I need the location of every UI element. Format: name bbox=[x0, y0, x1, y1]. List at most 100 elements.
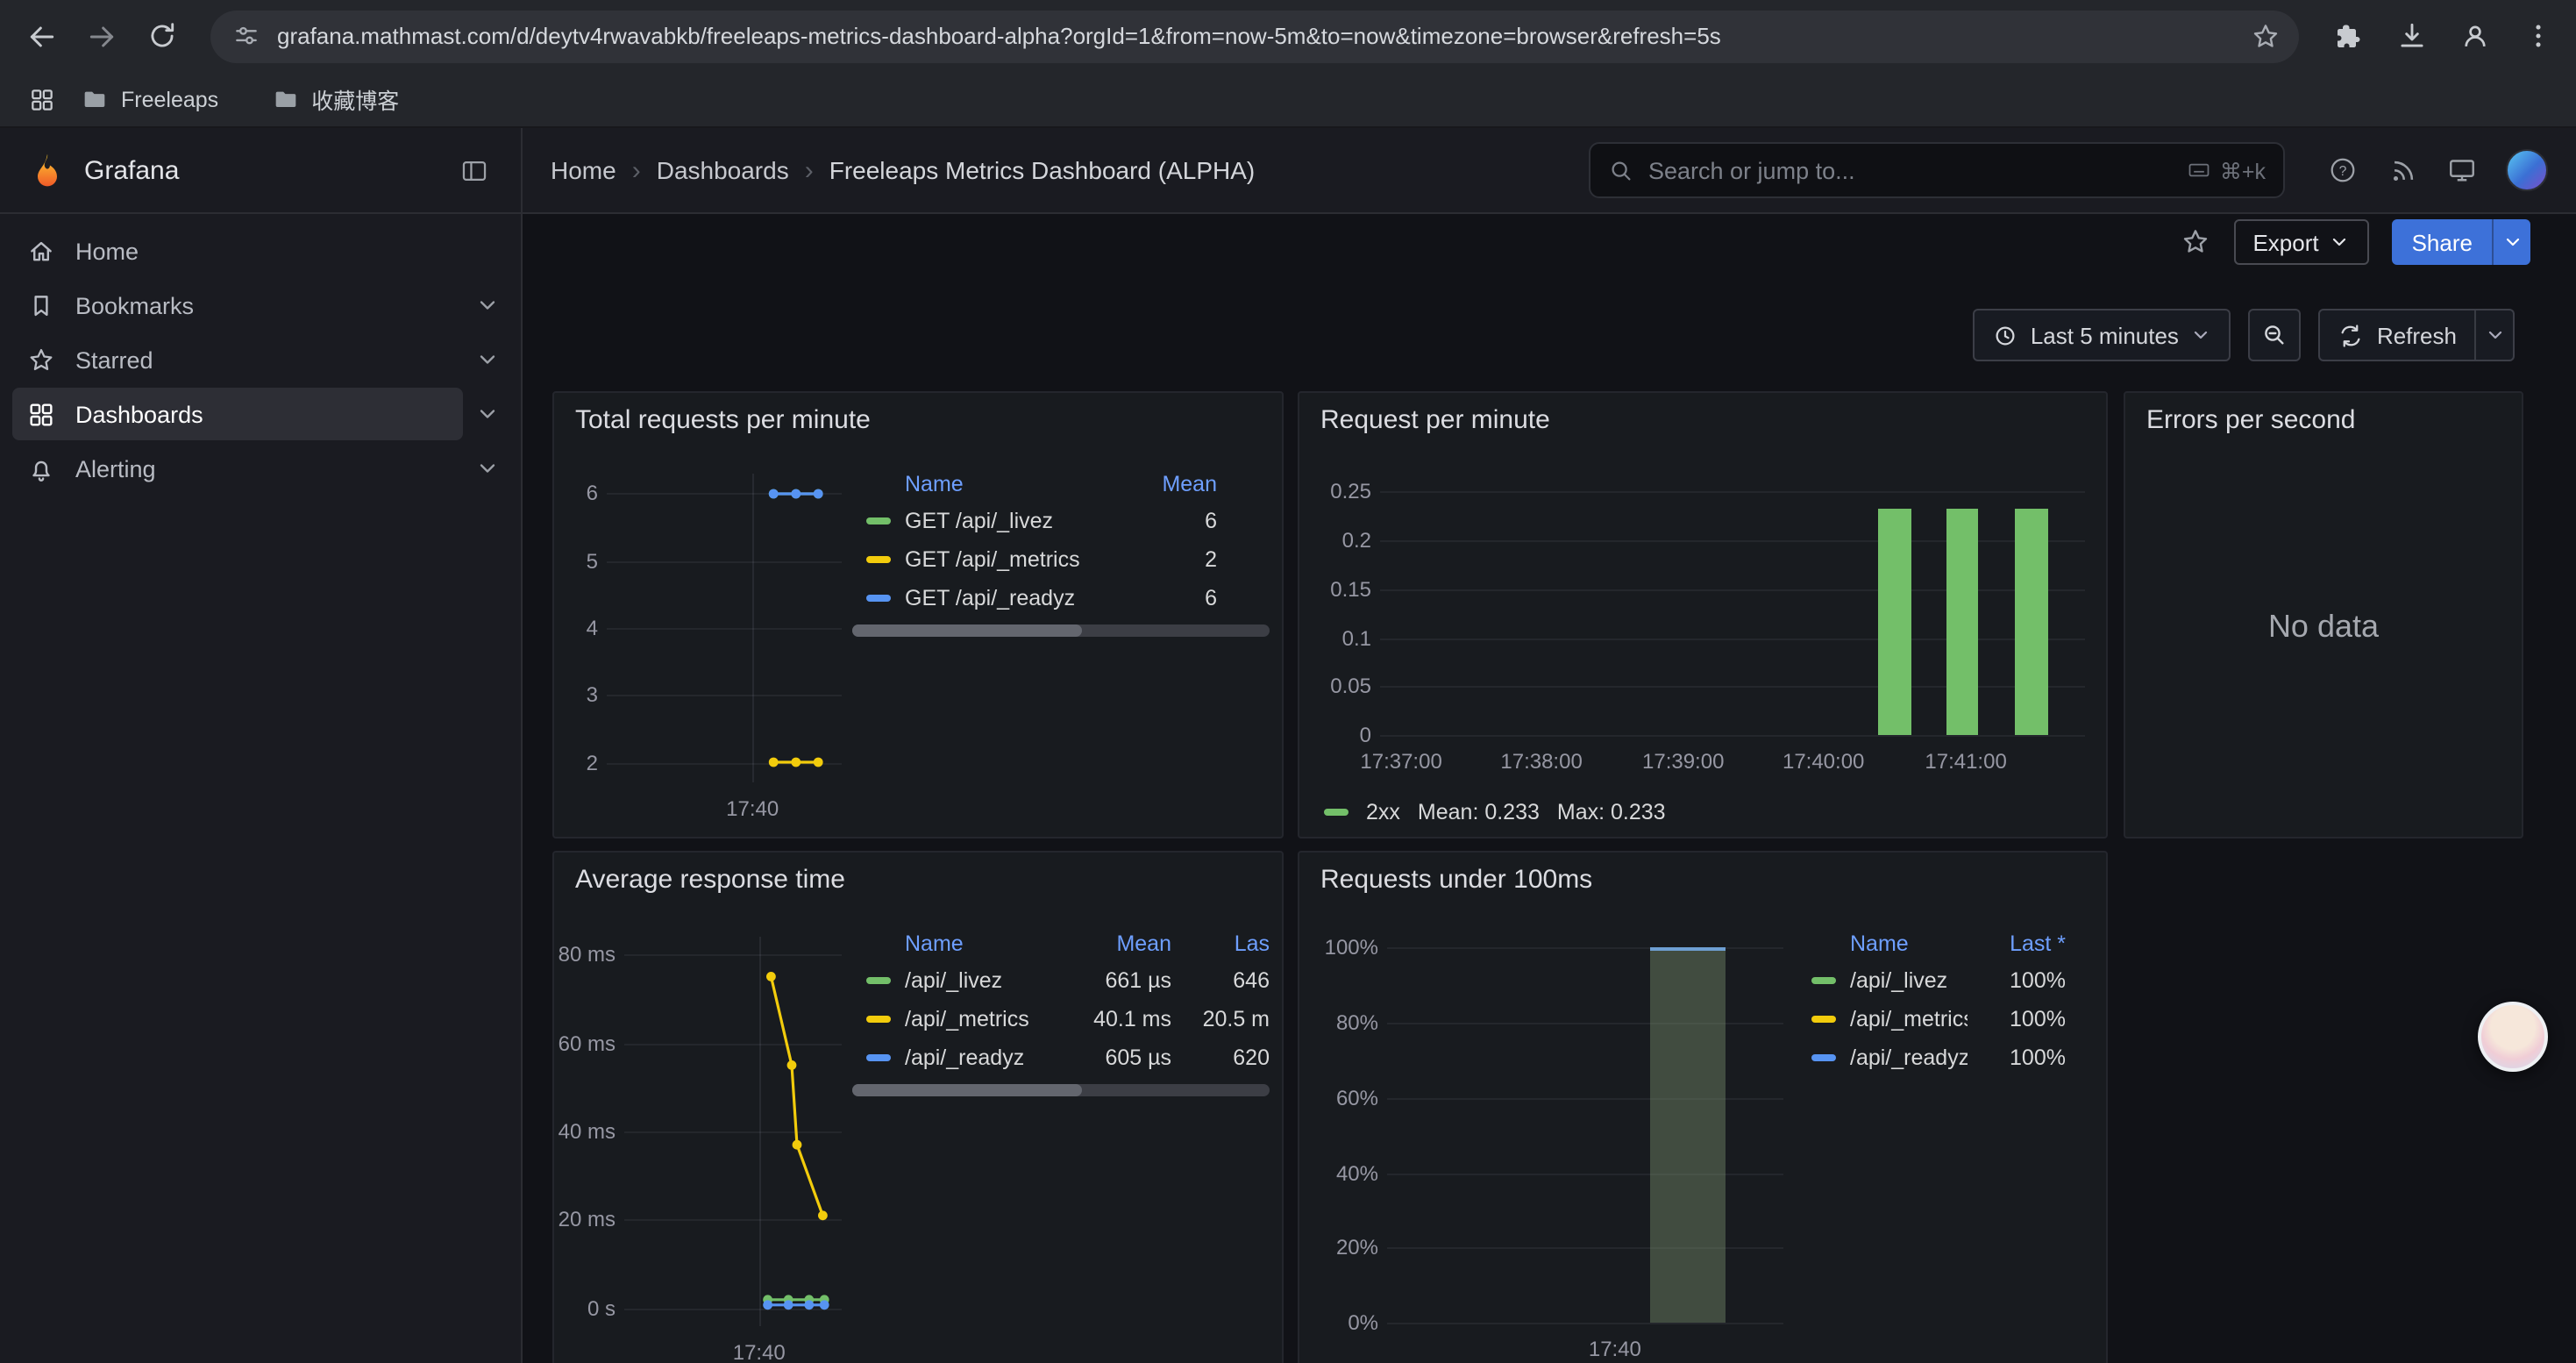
sidebar: Home Bookmarks Starred bbox=[0, 214, 523, 1363]
refresh-button[interactable]: Refresh bbox=[2319, 309, 2515, 361]
breadcrumb-dashboards[interactable]: Dashboards bbox=[657, 156, 789, 184]
breadcrumb-current: Freeleaps Metrics Dashboard (ALPHA) bbox=[829, 156, 1256, 184]
sidebar-item-dashboards: Dashboards bbox=[12, 388, 512, 440]
extensions-icon[interactable] bbox=[2323, 11, 2373, 61]
apps-grid-icon[interactable] bbox=[21, 78, 63, 120]
search-shortcut: ⌘+k bbox=[2187, 157, 2266, 183]
legend-header: NameLast * bbox=[1797, 926, 2076, 961]
display-icon[interactable] bbox=[2436, 144, 2488, 196]
series-color-marker bbox=[866, 1054, 891, 1061]
legend-scrollbar-thumb[interactable] bbox=[852, 624, 1082, 637]
sidebar-item-alerting: Alerting bbox=[12, 442, 512, 495]
folder-icon bbox=[81, 85, 109, 113]
chart-series bbox=[607, 474, 842, 782]
sidebar-toggle-icon[interactable] bbox=[447, 144, 500, 196]
header-icons: ? bbox=[2316, 144, 2548, 196]
legend-row[interactable]: /api/_readyz100% bbox=[1797, 1038, 2076, 1077]
sidebar-link-bookmarks[interactable]: Bookmarks bbox=[12, 279, 463, 332]
legend-row[interactable]: /api/_readyz605 µs620 bbox=[852, 1038, 1270, 1077]
legend-row[interactable]: /api/_livez100% bbox=[1797, 961, 2076, 1000]
chevron-down-icon[interactable] bbox=[463, 279, 512, 332]
legend-row[interactable]: GET /api/_livez6 bbox=[852, 502, 1270, 540]
zoom-out-button[interactable] bbox=[2249, 309, 2302, 361]
browser-reload-button[interactable] bbox=[137, 11, 186, 61]
legend-row[interactable]: /api/_livez661 µs646 bbox=[852, 961, 1270, 1000]
sidebar-link-dashboards[interactable]: Dashboards bbox=[12, 388, 463, 440]
bookmark-folder-blogs[interactable]: 收藏博客 bbox=[264, 78, 406, 120]
legend-scrollbar-thumb[interactable] bbox=[852, 1084, 1082, 1096]
panel-requests-under-100ms: Requests under 100ms 100%80%60%40%20%0%1… bbox=[1298, 851, 2108, 1363]
panel-title[interactable]: Average response time bbox=[575, 865, 845, 895]
chevron-down-icon[interactable] bbox=[463, 442, 512, 495]
panel-average-response-time: Average response time 80 ms60 ms40 ms20 … bbox=[552, 851, 1284, 1363]
sidebar-item-label: Dashboards bbox=[75, 401, 203, 427]
sidebar-link-starred[interactable]: Starred bbox=[12, 333, 463, 386]
profile-icon[interactable] bbox=[2450, 11, 2499, 61]
bar bbox=[2016, 509, 2049, 735]
browser-back-button[interactable] bbox=[18, 11, 67, 61]
panel-title[interactable]: Request per minute bbox=[1320, 405, 1550, 435]
breadcrumb-separator: › bbox=[805, 155, 814, 185]
sidebar-item-label: Home bbox=[75, 238, 139, 264]
assistant-avatar[interactable] bbox=[2478, 1002, 2548, 1072]
legend-table: NameMeanGET /api/_livez6GET /api/_metric… bbox=[852, 467, 1270, 637]
refresh-button-main[interactable]: Refresh bbox=[2321, 310, 2474, 360]
sidebar-item-home: Home bbox=[12, 225, 512, 277]
bell-icon bbox=[26, 453, 56, 483]
search-input[interactable]: Search or jump to... ⌘+k bbox=[1589, 142, 2285, 198]
grafana-logo[interactable] bbox=[28, 151, 67, 189]
export-button[interactable]: Export bbox=[2233, 219, 2369, 265]
legend-scrollbar[interactable] bbox=[852, 624, 1270, 637]
bookmark-star-icon[interactable] bbox=[2250, 20, 2281, 52]
dashboard-actions: Export Share bbox=[2179, 219, 2530, 265]
refresh-interval-caret[interactable] bbox=[2474, 310, 2513, 360]
panel-title[interactable]: Total requests per minute bbox=[575, 405, 871, 435]
star-icon bbox=[26, 345, 56, 375]
panel-body: 0.250.20.150.10.05017:37:0017:38:0017:39… bbox=[1299, 393, 2106, 837]
share-button[interactable]: Share bbox=[2393, 219, 2530, 265]
series-color-marker bbox=[866, 517, 891, 525]
legend-header: NameMeanLas bbox=[852, 926, 1270, 961]
series-color-marker bbox=[1324, 809, 1348, 816]
legend-row[interactable]: GET /api/_metrics2 bbox=[852, 540, 1270, 579]
chevron-down-icon[interactable] bbox=[463, 333, 512, 386]
browser-forward-button[interactable] bbox=[77, 11, 126, 61]
sidebar-link-home[interactable]: Home bbox=[12, 225, 512, 277]
sidebar-item-label: Starred bbox=[75, 346, 153, 373]
breadcrumb: Home › Dashboards › Freeleaps Metrics Da… bbox=[551, 155, 1255, 185]
favorite-star-icon[interactable] bbox=[2179, 226, 2210, 258]
legend-inline[interactable]: 2xxMean: 0.233Max: 0.233 bbox=[1324, 800, 1666, 824]
site-settings-icon[interactable] bbox=[231, 21, 261, 51]
share-menu-caret[interactable] bbox=[2492, 219, 2530, 265]
panel-request-per-minute: Request per minute 0.250.20.150.10.05017… bbox=[1298, 391, 2108, 838]
url-bar[interactable]: grafana.mathmast.com/d/deytv4rwavabkb/fr… bbox=[210, 10, 2299, 62]
legend-row[interactable]: /api/_metrics100% bbox=[1797, 1000, 2076, 1038]
user-avatar[interactable] bbox=[2506, 149, 2548, 191]
legend-row[interactable]: GET /api/_readyz6 bbox=[852, 579, 1270, 617]
url-text: grafana.mathmast.com/d/deytv4rwavabkb/fr… bbox=[277, 23, 2250, 49]
chevron-down-icon[interactable] bbox=[463, 388, 512, 440]
no-data-message: No data bbox=[2125, 393, 2522, 837]
refresh-label: Refresh bbox=[2377, 322, 2457, 348]
home-icon bbox=[26, 236, 56, 266]
svg-text:?: ? bbox=[2339, 164, 2347, 179]
panel-title[interactable]: Requests under 100ms bbox=[1320, 865, 1592, 895]
browser-menu-icon[interactable] bbox=[2513, 11, 2562, 61]
downloads-icon[interactable] bbox=[2387, 11, 2436, 61]
bar bbox=[1946, 509, 1979, 735]
bookmark-folder-freeleaps[interactable]: Freeleaps bbox=[74, 78, 225, 120]
panel-title[interactable]: Errors per second bbox=[2146, 405, 2355, 435]
app-header-left: Grafana bbox=[0, 128, 523, 212]
series-color-marker bbox=[866, 595, 891, 602]
chevron-down-icon bbox=[2330, 232, 2351, 253]
share-button-label[interactable]: Share bbox=[2393, 219, 2492, 265]
legend-table: NameLast */api/_livez100%/api/_metrics10… bbox=[1797, 926, 2076, 1077]
breadcrumb-home[interactable]: Home bbox=[551, 156, 616, 184]
series-color-marker bbox=[1811, 1054, 1836, 1061]
legend-row[interactable]: /api/_metrics40.1 ms20.5 m bbox=[852, 1000, 1270, 1038]
help-icon[interactable]: ? bbox=[2316, 144, 2369, 196]
time-range-picker[interactable]: Last 5 minutes bbox=[1973, 309, 2231, 361]
legend-scrollbar[interactable] bbox=[852, 1084, 1270, 1096]
sidebar-link-alerting[interactable]: Alerting bbox=[12, 442, 463, 495]
news-rss-icon[interactable] bbox=[2376, 144, 2429, 196]
